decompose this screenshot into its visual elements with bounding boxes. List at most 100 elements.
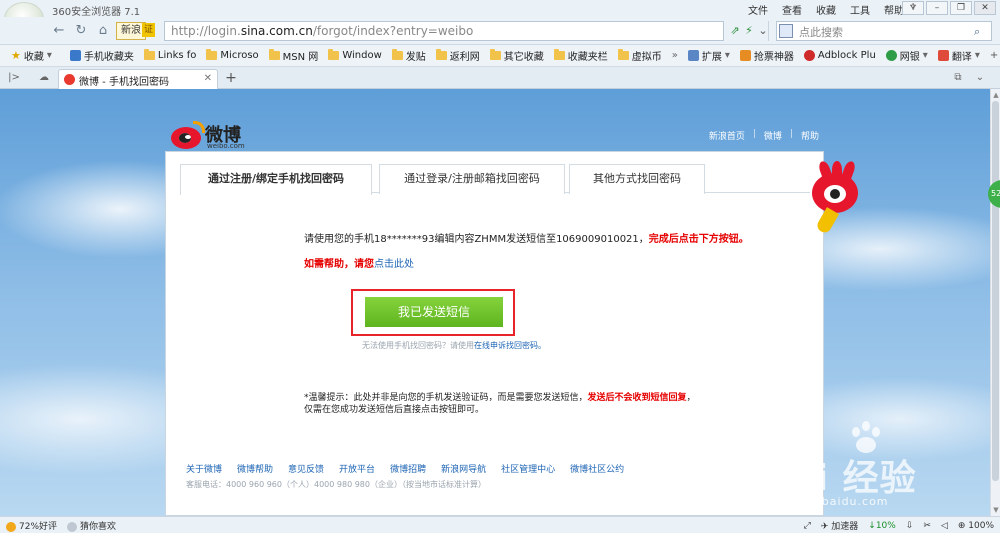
extension-item[interactable]: 翻译 ▾ bbox=[933, 48, 985, 63]
link-sina-home[interactable]: 新浪首页 bbox=[709, 129, 745, 142]
restore-icon[interactable]: ⧉ bbox=[950, 71, 966, 85]
link-help[interactable]: 帮助 bbox=[801, 129, 819, 142]
footer-link-jobs[interactable]: 微博招聘 bbox=[390, 462, 426, 475]
close-icon[interactable]: ✕ bbox=[204, 73, 212, 84]
bookmark-folder[interactable]: 收藏夹栏 bbox=[549, 48, 613, 63]
footer-link-convention[interactable]: 微博社区公约 bbox=[570, 462, 624, 475]
extension-label: 翻译 bbox=[951, 52, 972, 63]
arrow-down-icon: ↓ bbox=[868, 520, 876, 531]
bookmark-folder[interactable]: Microso bbox=[201, 49, 263, 61]
new-tab-button[interactable]: + bbox=[223, 70, 239, 86]
guess-item[interactable]: 猜你喜欢 bbox=[67, 519, 116, 532]
status-bar: 72%好评 猜你喜欢 ⤢ ✈ 加速器 ↓10% ⇩ ✂ ◁ ⊕ 100% bbox=[0, 516, 1000, 533]
bookmark-label: 收藏 bbox=[23, 52, 44, 63]
tools-icon[interactable]: ✂ bbox=[923, 521, 931, 531]
search-icon[interactable]: ⌕ bbox=[974, 25, 980, 39]
cpu-label: 10% bbox=[875, 520, 896, 531]
zoom-item[interactable]: ⊕ 100% bbox=[958, 521, 994, 531]
share-icon[interactable]: ⇗ bbox=[728, 24, 742, 38]
scroll-up-icon[interactable]: ▲ bbox=[991, 91, 1000, 99]
ticket-icon bbox=[739, 50, 751, 61]
mascot-pupil bbox=[830, 189, 840, 199]
star-icon: ★ bbox=[11, 49, 21, 62]
bookmark-folder[interactable]: 其它收藏 bbox=[485, 48, 549, 63]
bookmark-favorites[interactable]: ★ 收藏 ▾ bbox=[6, 48, 57, 63]
notice-text: *温馨提示：此处并非是向您的手机发送验证码，而是需要您发送短信， bbox=[304, 393, 588, 403]
bookmark-folder[interactable]: 虚拟币 bbox=[613, 48, 667, 63]
extension-label: 网银 bbox=[899, 52, 920, 63]
bookmarks-overflow[interactable]: » bbox=[667, 50, 683, 61]
bookmark-folder[interactable]: 返利网 bbox=[431, 48, 485, 63]
fullscreen-icon[interactable]: ⤢ bbox=[804, 521, 811, 531]
bookmark-label: Links fo bbox=[157, 50, 197, 61]
extension-item[interactable]: 抢票神器 bbox=[735, 48, 799, 63]
menu-item-help[interactable]: 帮助 bbox=[884, 2, 904, 17]
folder-icon bbox=[268, 49, 280, 60]
bookmark-item[interactable]: 手机收藏夹 bbox=[65, 48, 139, 63]
sent-sms-button[interactable]: 我已发送短信 bbox=[365, 297, 503, 327]
footer-link-feedback[interactable]: 意见反馈 bbox=[288, 462, 324, 475]
sound-icon[interactable]: ◁ bbox=[941, 521, 948, 531]
scroll-down-icon[interactable]: ▼ bbox=[991, 506, 1000, 514]
tab-bar: |> ☁ 微博 - 手机找回密码 ✕ + ⧉ ⌄ bbox=[0, 67, 1000, 89]
back-icon[interactable]: ← bbox=[50, 22, 68, 40]
bookmarks-bar: ★ 收藏 ▾ 手机收藏夹 Links fo Microso MSN 网 Window… bbox=[0, 45, 1000, 67]
chevron-down-icon[interactable]: ⌄ bbox=[972, 71, 988, 85]
zoom-label: 100% bbox=[968, 520, 994, 531]
instruction-emphasis: 完成后点击下方按钮。 bbox=[648, 234, 749, 245]
bookmark-folder[interactable]: Links fo bbox=[139, 49, 202, 61]
accelerator-item[interactable]: ✈ 加速器 bbox=[821, 519, 858, 532]
extension-item[interactable]: Adblock Plu bbox=[799, 50, 881, 61]
tab-other-recovery[interactable]: 其他方式找回密码 bbox=[569, 164, 705, 194]
extension-item[interactable]: +更多▾ bbox=[985, 48, 1000, 63]
footer-link-about[interactable]: 关于微博 bbox=[186, 462, 222, 475]
search-engine-icon[interactable] bbox=[779, 24, 793, 38]
home-icon[interactable]: ⌂ bbox=[94, 22, 112, 40]
panel-body: 请使用您的手机18*******93编辑内容ZHMM发送短信至106900901… bbox=[166, 194, 823, 454]
tab-weibo[interactable]: 微博 - 手机找回密码 ✕ bbox=[58, 69, 218, 89]
weibo-logo[interactable]: 微博 weibo.com bbox=[171, 121, 259, 151]
tab-email-recovery[interactable]: 通过登录/注册邮箱找回密码 bbox=[379, 164, 565, 194]
search-input[interactable]: 点此搜索 bbox=[776, 21, 992, 41]
pin-icon[interactable]: ♆ bbox=[902, 1, 924, 15]
cloud-icon[interactable]: ☁ bbox=[36, 71, 52, 85]
sidebar-toggle-icon[interactable]: |> bbox=[6, 71, 22, 85]
online-appeal-link[interactable]: 在线申诉找回密码。 bbox=[474, 341, 546, 350]
footer-link-open-platform[interactable]: 开放平台 bbox=[339, 462, 375, 475]
cpu-item[interactable]: ↓10% bbox=[868, 521, 896, 531]
footer-link-community[interactable]: 社区管理中心 bbox=[501, 462, 555, 475]
overflow-label: » bbox=[671, 50, 678, 61]
scroll-thumb[interactable] bbox=[992, 101, 999, 481]
tab-phone-recovery[interactable]: 通过注册/绑定手机找回密码 bbox=[180, 164, 372, 195]
footer-link-help[interactable]: 微博帮助 bbox=[237, 462, 273, 475]
bookmark-folder[interactable]: Window bbox=[323, 49, 386, 61]
extension-item[interactable]: 扩展 ▾ bbox=[683, 48, 735, 63]
alt-recovery-hint: 无法使用手机找回密码？请使用在线申诉找回密码。 bbox=[362, 340, 546, 351]
watermark-text: Bai 经验 bbox=[762, 458, 917, 499]
reload-icon[interactable]: ↻ bbox=[72, 22, 90, 40]
menu-item-tools[interactable]: 工具 bbox=[850, 2, 870, 17]
lightning-icon[interactable]: ⚡ bbox=[742, 24, 756, 38]
menu-item-file[interactable]: 文件 bbox=[748, 2, 768, 17]
status-left: 72%好评 猜你喜欢 bbox=[6, 519, 116, 532]
bookmark-folder[interactable]: 发贴 bbox=[387, 48, 431, 63]
link-weibo[interactable]: 微博 bbox=[764, 129, 782, 142]
close-icon[interactable]: ✕ bbox=[974, 1, 996, 15]
footer-link-sina-nav[interactable]: 新浪网导航 bbox=[441, 462, 486, 475]
cert-badge[interactable]: 证 bbox=[142, 23, 155, 37]
smile-icon bbox=[6, 521, 16, 532]
vertical-scrollbar[interactable]: ▲ ▼ bbox=[990, 89, 1000, 516]
extension-item[interactable]: 网银 ▾ bbox=[881, 48, 933, 63]
notice-line-1: *温馨提示：此处并非是向您的手机发送验证码，而是需要您发送短信，发送后不会收到短… bbox=[304, 392, 696, 404]
rating-item[interactable]: 72%好评 bbox=[6, 519, 57, 532]
chevron-down-icon: ▾ bbox=[46, 50, 52, 61]
bookmark-folder[interactable]: MSN 网 bbox=[264, 48, 324, 63]
page-header: 微博 weibo.com 新浪首页 | 微博 | 帮助 bbox=[165, 121, 825, 151]
help-link[interactable]: 点击此处 bbox=[374, 259, 414, 270]
address-bar[interactable]: http://login.sina.com.cn/forgot/index?en… bbox=[164, 21, 724, 41]
menu-item-view[interactable]: 查看 bbox=[782, 2, 802, 17]
minimize-icon[interactable]: – bbox=[926, 1, 948, 15]
menu-item-favorites[interactable]: 收藏 bbox=[816, 2, 836, 17]
maximize-icon[interactable]: ❐ bbox=[950, 1, 972, 15]
download-icon[interactable]: ⇩ bbox=[906, 521, 914, 531]
